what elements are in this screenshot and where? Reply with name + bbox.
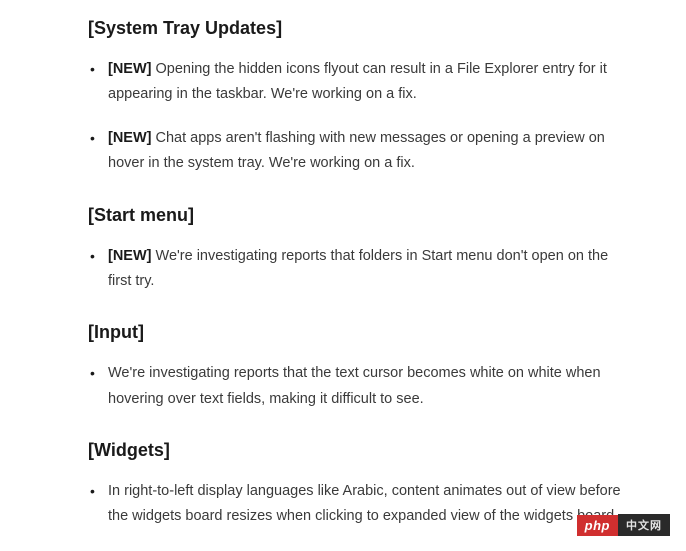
item-text: In right-to-left display languages like … xyxy=(108,483,621,524)
list-item: [NEW] Chat apps aren't flashing with new… xyxy=(88,126,626,177)
list-item: [NEW] We're investigating reports that f… xyxy=(88,244,626,295)
section-system-tray-updates: [System Tray Updates] [NEW] Opening the … xyxy=(88,18,626,177)
section-input: [Input] We're investigating reports that… xyxy=(88,322,626,412)
watermark-badge: php 中文网 xyxy=(577,514,670,536)
item-text: We're investigating reports that the tex… xyxy=(108,365,601,406)
item-text: Chat apps aren't flashing with new messa… xyxy=(108,130,605,171)
new-tag: [NEW] xyxy=(108,130,156,146)
item-text: Opening the hidden icons flyout can resu… xyxy=(108,61,607,102)
item-list: We're investigating reports that the tex… xyxy=(88,361,626,412)
section-heading: [System Tray Updates] xyxy=(88,18,626,39)
watermark-right: 中文网 xyxy=(618,514,670,536)
list-item: In right-to-left display languages like … xyxy=(88,479,626,530)
new-tag: [NEW] xyxy=(108,61,156,77)
section-heading: [Widgets] xyxy=(88,440,626,461)
section-start-menu: [Start menu] [NEW] We're investigating r… xyxy=(88,205,626,295)
item-text: We're investigating reports that folders… xyxy=(108,248,608,289)
section-heading: [Start menu] xyxy=(88,205,626,226)
item-list: [NEW] Opening the hidden icons flyout ca… xyxy=(88,57,626,177)
watermark-left: php xyxy=(577,515,618,536)
section-widgets: [Widgets] In right-to-left display langu… xyxy=(88,440,626,530)
list-item: We're investigating reports that the tex… xyxy=(88,361,626,412)
new-tag: [NEW] xyxy=(108,248,156,264)
item-list: [NEW] We're investigating reports that f… xyxy=(88,244,626,295)
section-heading: [Input] xyxy=(88,322,626,343)
item-list: In right-to-left display languages like … xyxy=(88,479,626,530)
list-item: [NEW] Opening the hidden icons flyout ca… xyxy=(88,57,626,108)
document-content: [System Tray Updates] [NEW] Opening the … xyxy=(0,18,686,530)
